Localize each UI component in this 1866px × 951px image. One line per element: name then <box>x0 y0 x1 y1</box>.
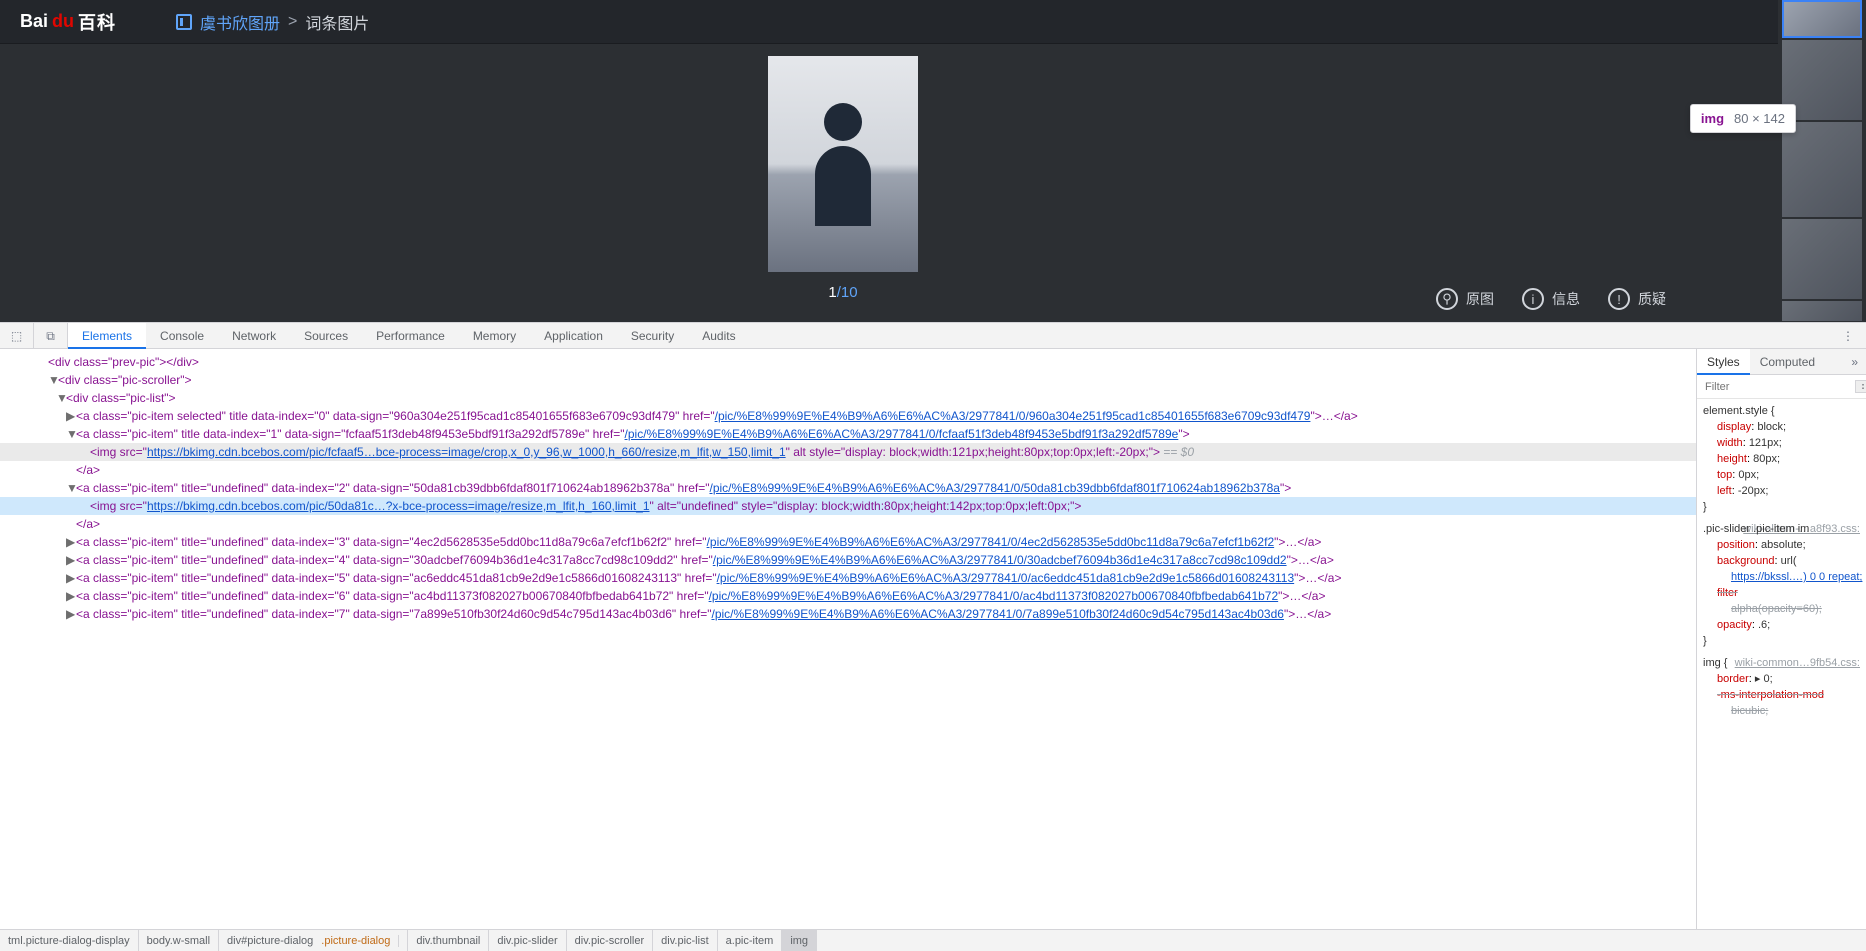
bc-item[interactable]: body.w-small <box>139 930 219 951</box>
counter-current: 1 <box>828 284 836 301</box>
logo-subtitle: 百科 <box>78 9 116 35</box>
baidu-logo[interactable]: Baidu 百科 <box>20 9 116 35</box>
thumbnail[interactable] <box>1782 219 1862 299</box>
dom-line[interactable]: </a> <box>0 461 1696 479</box>
image-counter: 1/10 <box>828 284 857 301</box>
dom-line[interactable]: ▶<a class="pic-item" title="undefined" d… <box>0 605 1696 623</box>
doubt-button[interactable]: ! 质疑 <box>1608 288 1666 310</box>
dom-line[interactable]: </a> <box>0 515 1696 533</box>
tab-elements[interactable]: Elements <box>68 323 146 349</box>
styles-rules[interactable]: element.style { display: block; width: 1… <box>1697 399 1866 929</box>
tab-computed[interactable]: Computed <box>1750 349 1825 375</box>
bc-item[interactable]: div.pic-scroller <box>567 930 653 951</box>
tab-sources[interactable]: Sources <box>290 323 362 349</box>
bc-item[interactable]: div.pic-list <box>653 930 717 951</box>
hov-toggle[interactable]: :hov <box>1855 380 1866 393</box>
dom-line[interactable]: ▼<a class="pic-item" title="undefined" d… <box>0 479 1696 497</box>
dom-tree[interactable]: <div class="prev-pic"></div> ▼<div class… <box>0 349 1696 929</box>
dom-line[interactable]: ▼<div class="pic-scroller"> <box>0 371 1696 389</box>
dom-line-hover[interactable]: <img src="https://bkimg.cdn.bcebos.com/p… <box>0 497 1696 515</box>
inspect-icon[interactable]: ⬚ <box>0 323 34 349</box>
dom-line[interactable]: ▶<a class="pic-item selected" title data… <box>0 407 1696 425</box>
tooltip-dim: 80 × 142 <box>1734 111 1785 126</box>
brace: } <box>1703 499 1860 515</box>
doubt-label: 质疑 <box>1638 289 1666 309</box>
album-link[interactable]: 虞书欣图册 <box>200 10 280 34</box>
styles-filter-bar: :hov .cls + <box>1697 375 1866 399</box>
devtools-body: <div class="prev-pic"></div> ▼<div class… <box>0 349 1866 929</box>
dom-line[interactable]: ▶<a class="pic-item" title="undefined" d… <box>0 551 1696 569</box>
thumbnail[interactable] <box>1782 0 1862 38</box>
devtools: ⬚ ⧉ Elements Console Network Sources Per… <box>0 322 1866 951</box>
styles-tabs: Styles Computed » <box>1697 349 1866 375</box>
dom-line[interactable]: ▶<a class="pic-item" title="undefined" d… <box>0 569 1696 587</box>
bc-item[interactable]: tml.picture-dialog-display <box>0 930 139 951</box>
bc-item[interactable]: a.pic-item <box>718 930 783 951</box>
info-label: 信息 <box>1552 289 1580 309</box>
crumb-sep: > <box>288 13 297 31</box>
tab-application[interactable]: Application <box>530 323 617 349</box>
dom-line[interactable]: ▶<a class="pic-item" title="undefined" d… <box>0 533 1696 551</box>
counter-total: 10 <box>841 284 858 301</box>
original-label: 原图 <box>1466 289 1494 309</box>
image-stage: 1/10 <box>0 44 1686 322</box>
tab-network[interactable]: Network <box>218 323 290 349</box>
image-tools: ⚲ 原图 i 信息 ! 质疑 <box>1436 288 1666 310</box>
devtools-tabbar: ⬚ ⧉ Elements Console Network Sources Per… <box>0 323 1866 349</box>
main-image[interactable] <box>768 56 918 272</box>
info-icon: i <box>1522 288 1544 310</box>
crumb-current: 词条图片 <box>305 10 369 34</box>
magnify-icon: ⚲ <box>1436 288 1458 310</box>
tab-performance[interactable]: Performance <box>362 323 459 349</box>
dom-line[interactable]: <div class="prev-pic"></div> <box>0 353 1696 371</box>
bc-item[interactable]: div#picture-dialog.picture-dialog <box>219 930 408 951</box>
exclaim-icon: ! <box>1608 288 1630 310</box>
devtools-menu[interactable]: ⋮ <box>1830 329 1866 343</box>
breadcrumb: 虞书欣图册 > 词条图片 <box>176 10 369 34</box>
dom-breadcrumb[interactable]: tml.picture-dialog-display body.w-small … <box>0 929 1866 951</box>
tab-console[interactable]: Console <box>146 323 218 349</box>
tab-security[interactable]: Security <box>617 323 688 349</box>
bc-item[interactable]: div.pic-slider <box>489 930 566 951</box>
dom-line[interactable]: ▶<a class="pic-item" title="undefined" d… <box>0 587 1696 605</box>
info-button[interactable]: i 信息 <box>1522 288 1580 310</box>
bc-item[interactable]: div.thumbnail <box>408 930 489 951</box>
tooltip-tag: img <box>1701 111 1724 126</box>
thumbnail[interactable] <box>1782 301 1862 321</box>
dom-line[interactable]: ▼<a class="pic-item" title data-index="1… <box>0 425 1696 443</box>
dom-line-selected[interactable]: <img src="https://bkimg.cdn.bcebos.com/p… <box>0 443 1696 461</box>
dom-line[interactable]: ▼<div class="pic-list"> <box>0 389 1696 407</box>
original-button[interactable]: ⚲ 原图 <box>1436 288 1494 310</box>
inspect-tooltip: img 80 × 142 <box>1690 104 1796 133</box>
style-selector: element.style { <box>1703 403 1860 419</box>
styles-more-icon[interactable]: » <box>1843 355 1866 369</box>
brace: } <box>1703 633 1860 649</box>
tab-styles[interactable]: Styles <box>1697 349 1750 375</box>
header: Baidu 百科 虞书欣图册 > 词条图片 <box>0 0 1866 44</box>
album-icon <box>176 14 192 30</box>
tab-audits[interactable]: Audits <box>688 323 749 349</box>
bc-item-current[interactable]: img <box>782 930 817 951</box>
device-icon[interactable]: ⧉ <box>34 323 68 349</box>
styles-filter-input[interactable] <box>1697 381 1855 393</box>
logo-text-red: du <box>52 11 74 32</box>
baike-gallery: Baidu 百科 虞书欣图册 > 词条图片 1/10 ⚲ 原图 i 信息 ! 质疑 i… <box>0 0 1866 322</box>
tab-memory[interactable]: Memory <box>459 323 530 349</box>
thumbnail[interactable] <box>1782 122 1862 217</box>
style-source[interactable]: wiki-common…9fb54.css: <box>1735 655 1860 671</box>
styles-panel: Styles Computed » :hov .cls + element.st… <box>1696 349 1866 929</box>
logo-text: Bai <box>20 11 48 32</box>
thumbnail-strip[interactable] <box>1778 0 1866 322</box>
